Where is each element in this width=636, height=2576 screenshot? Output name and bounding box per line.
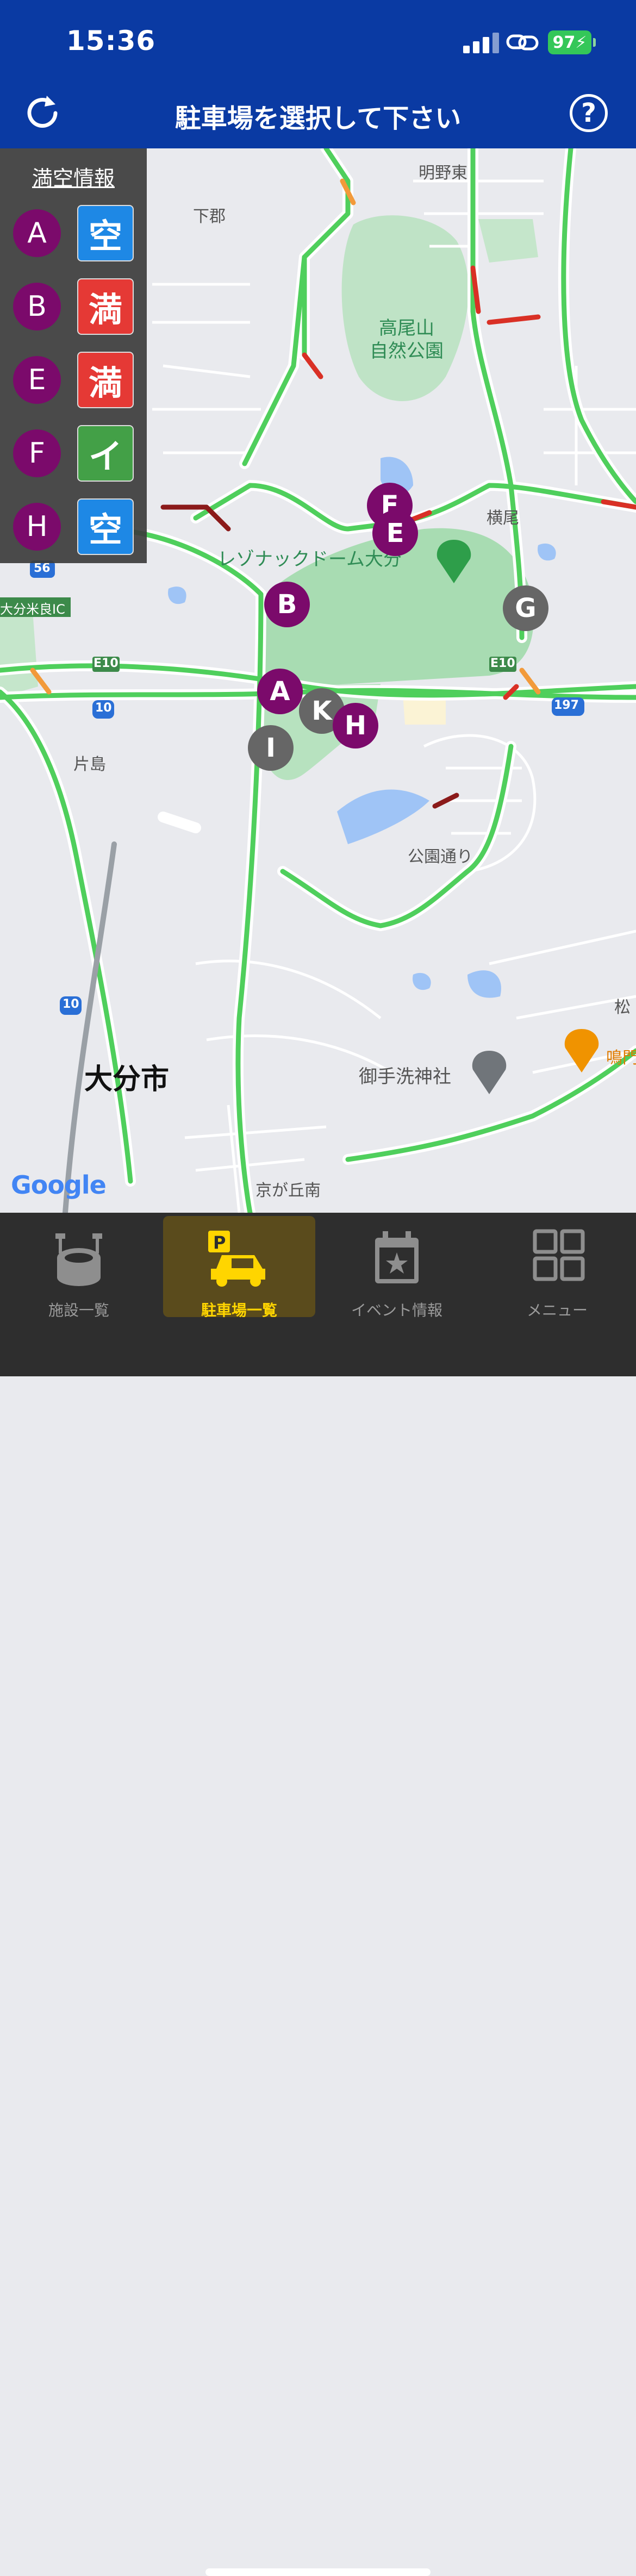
city-label: 大分市 xyxy=(84,1063,170,1096)
availability-row[interactable]: E 満 xyxy=(13,351,136,408)
status-bar: 15:36 97 ⚡ xyxy=(0,0,636,76)
availability-row[interactable]: H 空 xyxy=(13,497,136,555)
parking-marker-i[interactable]: I xyxy=(248,725,294,771)
parking-marker-g[interactable]: G xyxy=(503,585,548,631)
park-label: 高尾山 自然公園 xyxy=(370,317,444,362)
lot-badge: B xyxy=(13,283,61,330)
link-icon xyxy=(506,34,539,51)
ic-label: 大分米良IC xyxy=(0,602,65,617)
app-header: 駐車場を選択して下さい ? xyxy=(0,76,636,148)
route-shield-10: 10 xyxy=(95,701,112,715)
calendar-star-icon xyxy=(375,1231,419,1283)
availability-row[interactable]: A 空 xyxy=(13,204,136,261)
status-badge: 満 xyxy=(77,278,134,335)
parking-marker-e[interactable]: E xyxy=(372,510,418,556)
tab-label: 駐車場一覧 xyxy=(201,1301,277,1319)
lot-badge: A xyxy=(13,209,61,257)
page-title: 駐車場を選択して下さい xyxy=(174,103,462,134)
availability-title[interactable]: 満空情報 xyxy=(0,161,147,191)
status-time: 15:36 xyxy=(66,25,156,57)
route-shield-56: 56 xyxy=(34,562,51,575)
status-badge: 満 xyxy=(77,352,134,408)
signal-icon xyxy=(463,32,499,53)
status-badge: 空 xyxy=(77,205,134,261)
route-shield-e10: E10 xyxy=(490,657,515,670)
parking-marker-h[interactable]: H xyxy=(333,703,378,749)
status-badge: 空 xyxy=(77,498,134,555)
help-button[interactable]: ? xyxy=(570,94,608,132)
availability-row[interactable]: F イ xyxy=(13,424,136,482)
tab-label: 施設一覧 xyxy=(48,1301,109,1319)
google-attribution: Google xyxy=(11,1170,107,1200)
shrine-label: 御手洗神社 xyxy=(359,1066,451,1088)
place-label: 公園通り xyxy=(408,847,473,866)
stadium-label: レゾナックドーム大分 xyxy=(217,548,402,570)
tab-parking[interactable]: P 駐車場一覧 xyxy=(157,1213,315,1321)
svg-text:P: P xyxy=(213,1232,226,1253)
home-indicator xyxy=(205,2568,431,2576)
availability-panel: 満空情報 A 空 B 満 E 満 F イ H 空 xyxy=(0,148,147,563)
place-label: 下郡 xyxy=(193,207,226,226)
status-badge: イ xyxy=(77,425,134,482)
tab-bar: 施設一覧 P 駐車場一覧 イベント情報 メニュー xyxy=(0,1213,636,2576)
stadium-icon xyxy=(55,1233,102,1286)
availability-row[interactable]: B 満 xyxy=(13,277,136,335)
tab-label: メニュー xyxy=(526,1301,588,1319)
place-label: 松 xyxy=(614,998,631,1017)
tab-label: イベント情報 xyxy=(351,1301,442,1319)
lot-badge: F xyxy=(13,429,61,477)
route-shield-10: 10 xyxy=(63,997,79,1011)
tab-events[interactable]: イベント情報 xyxy=(321,1213,473,1321)
parking-marker-b[interactable]: B xyxy=(264,582,310,627)
route-shield-197: 197 xyxy=(554,698,579,712)
battery-icon: 97 ⚡ xyxy=(548,30,596,54)
place-label: 片島 xyxy=(73,755,106,774)
route-shield-e10: E10 xyxy=(93,657,119,670)
battery-level: 97 xyxy=(552,33,576,52)
grid-menu-icon xyxy=(533,1229,585,1281)
lot-badge: H xyxy=(13,503,61,551)
parking-marker-a[interactable]: A xyxy=(257,669,303,714)
parking-car-icon: P xyxy=(208,1231,265,1287)
place-label: 明野東 xyxy=(419,164,467,183)
tab-menu[interactable]: メニュー xyxy=(481,1213,633,1321)
lot-badge: E xyxy=(13,356,61,404)
tab-facilities[interactable]: 施設一覧 xyxy=(3,1213,155,1321)
place-label: 京が丘南 xyxy=(255,1181,321,1200)
place-label: 横尾 xyxy=(487,509,519,528)
google-logo: Google xyxy=(11,1170,107,1200)
place-label: 鳴門 xyxy=(606,1049,636,1068)
